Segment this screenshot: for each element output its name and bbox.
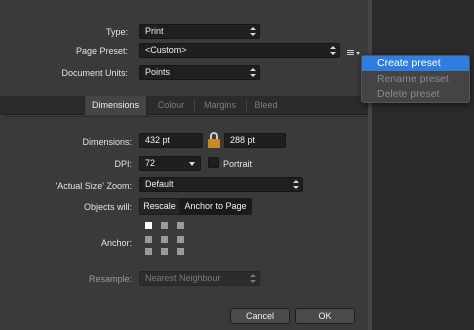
document-units-label: Document Units: (61, 68, 128, 78)
anchor-point-top-right[interactable] (177, 222, 184, 229)
anchor-point-center[interactable] (161, 236, 168, 243)
ok-button[interactable]: OK (295, 308, 355, 324)
updown-arrows-icon (330, 45, 336, 56)
dimensions-label: Dimensions: (82, 137, 132, 147)
updown-arrows-icon (293, 179, 299, 190)
dpi-label: DPI: (114, 159, 132, 169)
resample-value: Nearest Neighbour (145, 273, 221, 283)
anchor-point-middle-left[interactable] (145, 236, 152, 243)
updown-arrows-icon (250, 26, 256, 37)
type-value: Print (145, 26, 164, 36)
tab-dimensions[interactable]: Dimensions (84, 96, 147, 115)
document-setup-dialog: Type: Print Page Preset: <Custom> Docume… (0, 0, 368, 330)
updown-arrows-icon (250, 67, 256, 78)
tab-bar: Dimensions Colour Margins Bleed (0, 96, 368, 115)
preset-menu-popup: Create preset Rename preset Delete prese… (361, 55, 470, 103)
updown-arrows-icon (250, 273, 256, 284)
actual-size-zoom-select[interactable]: Default (139, 177, 303, 192)
chevron-down-icon (189, 162, 195, 166)
actual-size-zoom-label: 'Actual Size' Zoom: (55, 181, 132, 191)
anchor-point-bottom-center[interactable] (161, 248, 168, 255)
divider (368, 0, 372, 330)
tab-margins[interactable]: Margins (196, 96, 244, 115)
height-input[interactable]: 288 pt (224, 133, 286, 148)
anchor-grid[interactable] (143, 221, 185, 255)
width-input[interactable]: 432 pt (139, 133, 203, 148)
anchor-label: Anchor: (100, 238, 132, 248)
dpi-value: 72 (145, 158, 156, 168)
actual-size-zoom-value: Default (145, 179, 174, 189)
lock-icon[interactable] (206, 132, 222, 148)
anchor-point-bottom-left[interactable] (145, 248, 152, 255)
list-menu-icon (347, 50, 354, 51)
anchor-point-middle-right[interactable] (177, 236, 184, 243)
resample-select: Nearest Neighbour (139, 271, 260, 286)
page-preset-label: Page Preset: (75, 46, 128, 56)
type-label: Type: (105, 27, 128, 37)
type-select[interactable]: Print (139, 24, 260, 39)
page-preset-value: <Custom> (145, 45, 187, 55)
anchor-point-top-center[interactable] (161, 222, 168, 229)
anchor-point-top-left[interactable] (145, 222, 152, 229)
menu-item-create-preset[interactable]: Create preset (362, 56, 469, 71)
menu-item-delete-preset: Delete preset (377, 88, 440, 100)
rescale-button[interactable]: Rescale (139, 198, 180, 215)
tab-separator (246, 100, 247, 111)
dpi-select[interactable]: 72 (139, 156, 201, 171)
anchor-to-page-button[interactable]: Anchor to Page (179, 198, 252, 215)
background-area (368, 0, 474, 330)
tab-colour[interactable]: Colour (149, 96, 193, 115)
resample-label: Resample: (88, 274, 132, 284)
anchor-point-bottom-right[interactable] (177, 248, 184, 255)
portrait-label: Portrait (223, 159, 253, 169)
portrait-checkbox[interactable] (208, 157, 219, 168)
tab-bleed[interactable]: Bleed (248, 96, 284, 115)
page-preset-select[interactable]: <Custom> (139, 43, 340, 58)
menu-item-rename-preset: Rename preset (377, 73, 449, 85)
document-units-select[interactable]: Points (139, 65, 260, 80)
objects-will-label: Objects will: (83, 202, 132, 212)
dropdown-arrow-icon (356, 52, 360, 55)
cancel-button[interactable]: Cancel (230, 308, 290, 324)
document-units-value: Points (145, 67, 171, 77)
tab-separator (194, 100, 195, 111)
